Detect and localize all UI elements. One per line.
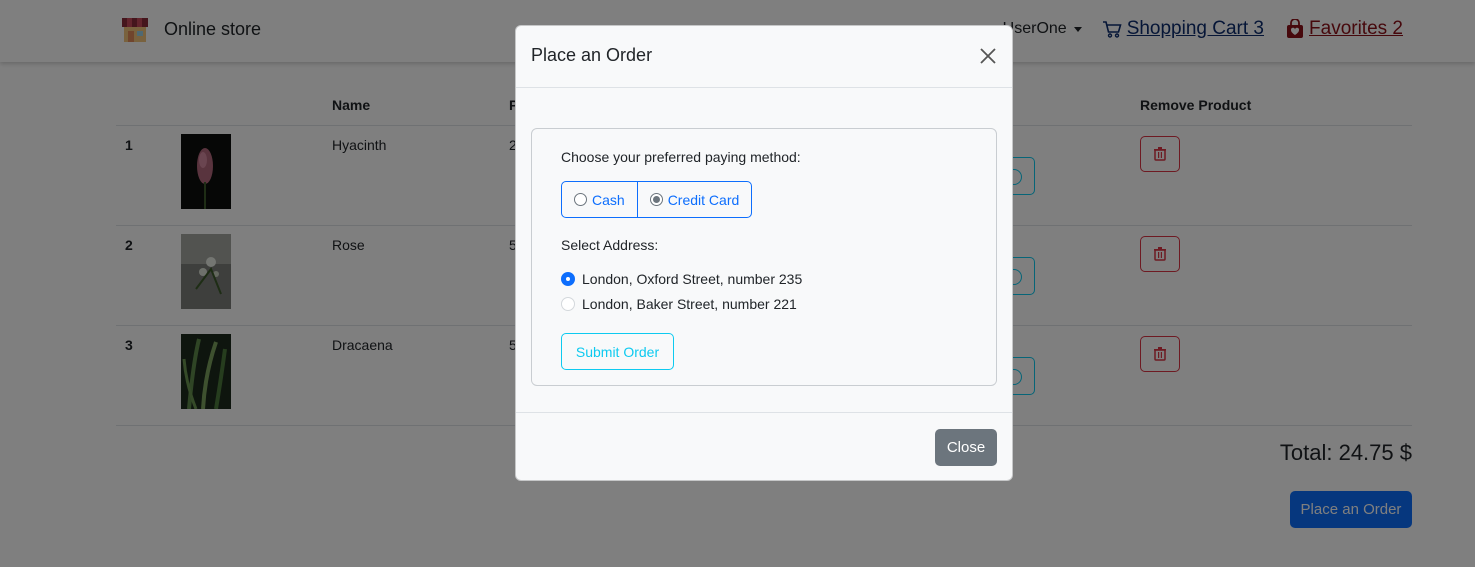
radio-icon[interactable] (561, 297, 575, 311)
paying-method-toggle: Cash Credit Card (561, 181, 753, 218)
modal-header: Place an Order (516, 26, 1012, 88)
radio-icon (574, 193, 587, 206)
address-option-baker[interactable]: London, Baker Street, number 221 (561, 296, 797, 312)
address-text: London, Oxford Street, number 235 (582, 271, 803, 287)
close-button[interactable]: Close (935, 429, 997, 466)
pay-option-cash[interactable]: Cash (562, 182, 637, 217)
address-text: London, Baker Street, number 221 (582, 296, 797, 312)
paying-method-label: Choose your preferred paying method: (561, 149, 801, 165)
close-icon[interactable] (978, 46, 998, 66)
submit-order-button[interactable]: Submit Order (561, 333, 674, 370)
radio-checked-icon (649, 193, 663, 206)
order-form: Choose your preferred paying method: Cas… (531, 128, 997, 386)
modal-title: Place an Order (531, 45, 653, 65)
radio-checked-icon[interactable] (561, 272, 575, 286)
pay-option-label: Cash (592, 191, 625, 208)
modal-body: Choose your preferred paying method: Cas… (516, 88, 1012, 412)
modal-footer: Close (516, 412, 1012, 480)
place-order-modal: Place an Order Choose your preferred pay… (515, 25, 1013, 481)
pay-option-label: Credit Card (667, 191, 740, 208)
address-label: Select Address: (561, 237, 659, 253)
address-option-oxford[interactable]: London, Oxford Street, number 235 (561, 271, 802, 287)
pay-option-credit-card[interactable]: Credit Card (636, 182, 752, 217)
